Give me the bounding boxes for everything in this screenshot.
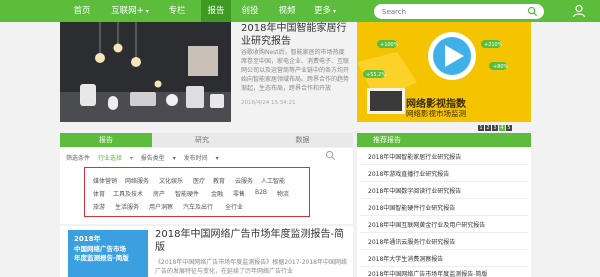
tag[interactable]: 体育 [93,189,105,198]
tab-report[interactable]: 报告 [60,133,152,147]
page: 首页 互联网+ ▾ 专栏 报告 创投 视频 更多 ▾ Search 2018年中… [0,0,600,277]
article-description: 《2018年中国网络广告市场年度监测报告》根据2017-2018年中国网络广告的… [155,259,347,275]
divider [360,249,528,250]
filter-publish-time[interactable]: 发布时间 ▾ [184,155,219,162]
filter-industry[interactable]: 行业选择 ▾ [98,155,133,162]
chevron-down-icon: ▾ [333,8,337,15]
filter-publish-time-label: 发布时间 [183,155,208,162]
ad-pct-2: +210% [484,42,503,48]
smart-home-devices-illustration [60,22,231,122]
list-item[interactable]: 2018中国智能硬件行业研究报告 [368,203,455,212]
list-item[interactable]: 2018年游戏直播行业研究报告 [368,169,449,178]
divider [360,215,528,216]
nav-video-label: 视频 [278,6,296,16]
carousel-dot[interactable]: 1 [478,125,484,131]
filter-industry-label: 行业选择 [97,155,122,162]
nav-venture-label: 创投 [241,6,259,16]
industry-tag-box: 媒体营销 网络服务 文化娱乐 医疗 教育 云服务 人工智能 体育 工具及技术 房… [84,167,310,217]
tag[interactable]: 文化娱乐 [159,176,183,185]
content-tabs: 报告 研究 数据 [60,133,353,147]
tag[interactable]: 媒体营销 [93,176,117,185]
sidebar-title: 推荐报告 [373,136,401,144]
list-item[interactable]: 2018年中国网络广告市场年度监测报告-简版 [368,269,487,277]
top-nav: 首页 互联网+ ▾ 专栏 报告 创投 视频 更多 ▾ [0,0,600,22]
filter-report-type-label: 报告类型 [140,155,165,162]
list-item[interactable]: 2018年中国智能家居行业研究报告 [368,152,461,161]
divider [360,266,528,267]
tag[interactable]: 智能硬件 [175,189,199,198]
list-item[interactable]: 2018年大学生消费洞察报告 [368,254,443,263]
nav-internet[interactable]: 互联网+ ▾ [104,0,156,22]
ad-pct-3: +80% [493,64,509,70]
article-thumbnail[interactable]: 2018年 中国网络广告市场 年度监测报告-简版 [68,230,148,277]
nav-more[interactable]: 更多 ▾ [305,0,345,22]
filter-row: 筛选条件 行业选择 ▾ 报告类型 ▾ 发布时间 ▾ [66,153,225,162]
tab-research[interactable]: 研究 [152,133,252,147]
nav-column-label: 专栏 [168,6,186,16]
tag[interactable]: 零售 [233,189,245,198]
chevron-down-icon: ▾ [145,8,149,15]
ad-subtitle: 网络影视市场监测 [406,109,466,118]
tag[interactable]: 金融 [211,189,223,198]
nav-home[interactable]: 首页 [60,0,104,22]
tag[interactable]: 工具及技术 [113,189,143,198]
tag[interactable]: 汽车及出行 [183,202,213,211]
tag[interactable]: 教育 [213,176,225,185]
tag[interactable]: 生活服务 [115,202,139,211]
hero-description: 谷歌收购Nest后，智能家居的市场热度席卷至中国，家电企业、消费电子、互联网公司… [241,49,350,92]
nav-internet-label: 互联网+ [111,6,144,16]
search-icon[interactable] [325,150,336,161]
search-box [374,4,544,19]
nav-more-label: 更多 [313,6,331,16]
divider [360,232,528,233]
search-icon[interactable] [527,6,538,17]
carousel-dots: 12345 [477,114,512,133]
hero-title[interactable]: 2018年中国智能家居行业研究报告 [241,22,351,48]
list-item[interactable]: 2018年中国数字阅读行业研究报告 [368,186,461,195]
list-item[interactable]: 2018年中国互联网黄金行业及用户研究报告 [368,220,485,229]
nav-venture[interactable]: 创投 [231,0,269,22]
tag[interactable]: 旅游 [93,202,105,211]
carousel-dot-active[interactable]: 4 [499,125,505,131]
tag[interactable]: 全行业 [225,202,243,211]
carousel-dot[interactable]: 5 [506,125,512,131]
filter-report-type[interactable]: 报告类型 ▾ [141,155,176,162]
tag[interactable]: 医疗 [193,176,205,185]
nav-video[interactable]: 视频 [269,0,305,22]
carousel-dot[interactable]: 2 [485,125,491,131]
hero-image[interactable] [60,22,231,122]
tag[interactable]: 房产 [153,189,165,198]
tag[interactable]: 用户洞察 [149,202,173,211]
tag[interactable]: 人工智能 [261,176,285,185]
divider [360,181,528,182]
filter-label: 筛选条件 [66,155,91,162]
sidebar-header: 推荐报告 [357,133,531,147]
article-title[interactable]: 2018年中国网络广告市场年度监测报告-简版 [155,228,351,254]
user-icon[interactable] [572,4,586,18]
carousel-dot[interactable]: 3 [492,125,498,131]
tab-data[interactable]: 数据 [252,133,353,147]
tag[interactable]: 物流 [277,189,289,198]
search-input[interactable] [382,6,522,17]
tag[interactable]: B2B [255,189,267,196]
ad-pct-4: +55.2% [366,72,386,78]
ad-pct-1: +100% [380,42,399,48]
divider [360,198,528,199]
tag[interactable]: 云服务 [235,176,253,185]
nav-report-label: 报告 [207,6,225,16]
nav-column[interactable]: 专栏 [156,0,198,22]
thumb-line-3: 年度监测报告-简版 [74,254,129,262]
list-item[interactable]: 2018年通讯云服务行业研究报告 [368,237,455,246]
hero-date: 2018/4/24 15:34:21 [241,100,296,106]
tag[interactable]: 网络服务 [125,176,149,185]
divider [360,164,528,165]
nav-home-label: 首页 [73,6,91,16]
nav-report[interactable]: 报告 [201,0,231,22]
